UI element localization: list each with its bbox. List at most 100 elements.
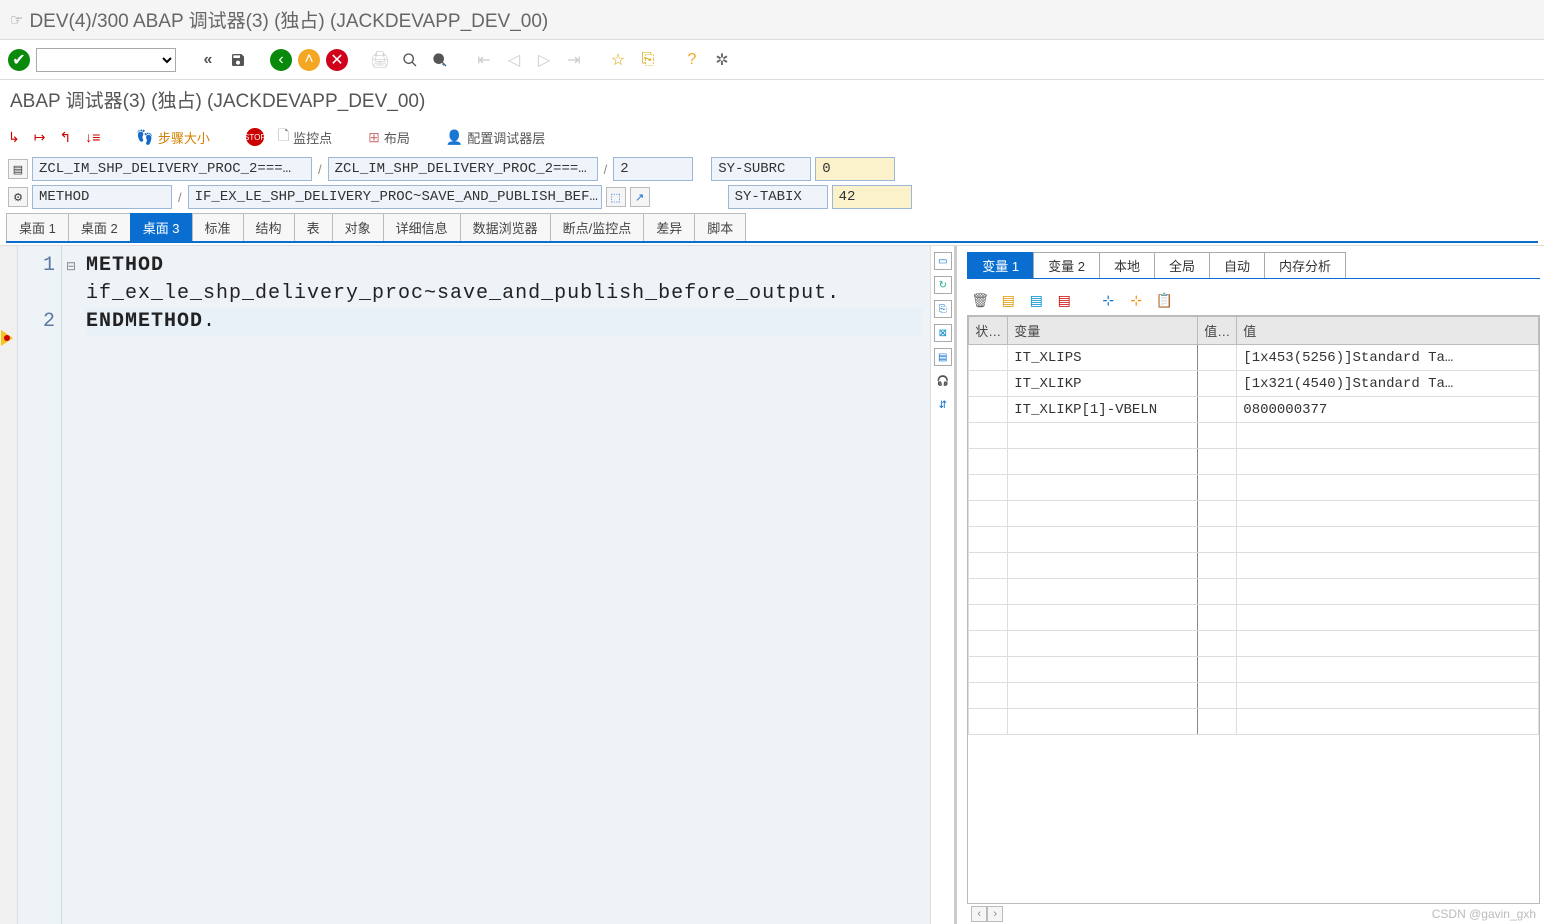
step-size-button[interactable]: 👣步骤大小 xyxy=(136,128,209,147)
table-row[interactable] xyxy=(969,527,1539,553)
table-row[interactable] xyxy=(969,579,1539,605)
config-layers-button[interactable]: 👤配置调试器层 xyxy=(446,128,545,147)
side-icon-2[interactable]: ↻ xyxy=(934,276,952,294)
side-icon-5[interactable]: ▤ xyxy=(934,348,952,366)
col-value[interactable]: 值 xyxy=(1237,317,1539,345)
next-page-icon: ▷ xyxy=(532,48,556,72)
side-icon-7[interactable]: ⇵ xyxy=(934,396,952,414)
tab-3[interactable]: 标准 xyxy=(192,213,244,241)
table-row[interactable] xyxy=(969,475,1539,501)
window-title-bar: ☞ DEV(4)/300 ABAP 调试器(3) (独占) (JACKDEVAP… xyxy=(0,0,1544,40)
var-tab-1[interactable]: 变量 2 xyxy=(1033,252,1100,278)
variable-table[interactable]: 状… 变量 值… 值 IT_XLIPS[1x453(5256)]Standard… xyxy=(967,315,1540,904)
desktop-tabs: 桌面 1桌面 2桌面 3标准结构表对象详细信息数据浏览器断点/监控点差异脚本 xyxy=(6,213,1538,243)
side-icon-1[interactable]: ▭ xyxy=(934,252,952,270)
back-button[interactable]: ‹ xyxy=(270,49,292,71)
table-row[interactable] xyxy=(969,657,1539,683)
col-status[interactable]: 状… xyxy=(969,317,1008,345)
method-label-field[interactable]: METHOD xyxy=(32,185,172,209)
side-icon-3[interactable]: ⎘ xyxy=(934,300,952,318)
var-tab-4[interactable]: 自动 xyxy=(1209,252,1265,278)
table-row[interactable] xyxy=(969,683,1539,709)
class-icon[interactable]: ▤ xyxy=(8,159,28,179)
tab-8[interactable]: 数据浏览器 xyxy=(460,213,551,241)
scroll-left-icon[interactable]: ‹ xyxy=(971,906,987,922)
back-chevrons-icon[interactable]: « xyxy=(196,48,220,72)
tab-11[interactable]: 脚本 xyxy=(694,213,746,241)
delete-var-icon[interactable]: 🗑 xyxy=(971,291,989,309)
table-row[interactable] xyxy=(969,605,1539,631)
tab-1[interactable]: 桌面 2 xyxy=(68,213,131,241)
sy-tabix-label: SY-TABIX xyxy=(728,185,828,209)
step-out-button[interactable]: ↰ xyxy=(59,129,71,146)
find-next-icon[interactable]: + xyxy=(428,48,452,72)
table-row[interactable]: IT_XLIPS[1x453(5256)]Standard Ta… xyxy=(969,345,1539,371)
h-scroll[interactable]: ‹ › xyxy=(971,906,1003,922)
tab-0[interactable]: 桌面 1 xyxy=(6,213,69,241)
col-variable[interactable]: 变量 xyxy=(1008,317,1198,345)
table-row[interactable] xyxy=(969,631,1539,657)
tab-5[interactable]: 表 xyxy=(294,213,333,241)
stop-icon[interactable]: STOP xyxy=(246,128,264,146)
col-value-type[interactable]: 值… xyxy=(1198,317,1237,345)
tab-2[interactable]: 桌面 3 xyxy=(130,213,193,241)
step-into-button[interactable]: ↳ xyxy=(8,129,20,146)
nav-icon-1[interactable]: ⬚ xyxy=(606,187,626,207)
continue-button[interactable]: ↓≡ xyxy=(85,129,100,145)
find-icon[interactable] xyxy=(398,48,422,72)
table-row[interactable] xyxy=(969,553,1539,579)
table-row[interactable] xyxy=(969,423,1539,449)
hierarchy-icon[interactable]: ⊹ xyxy=(1099,291,1117,309)
breakpoint-gutter[interactable] xyxy=(0,246,18,924)
table-row[interactable] xyxy=(969,449,1539,475)
shortcut-icon[interactable]: ⎘ xyxy=(636,48,660,72)
variable-tabs: 变量 1变量 2本地全局自动内存分析 xyxy=(967,252,1540,279)
tab-4[interactable]: 结构 xyxy=(243,213,295,241)
tab-6[interactable]: 对象 xyxy=(332,213,384,241)
var-tab-0[interactable]: 变量 1 xyxy=(967,252,1034,278)
table-row[interactable] xyxy=(969,709,1539,735)
settings-small-icon[interactable]: ⚙ xyxy=(8,187,28,207)
exit-button[interactable]: ˄ xyxy=(298,49,320,71)
method-name-field[interactable]: IF_EX_LE_SHP_DELIVERY_PROC~SAVE_AND_PUBL… xyxy=(188,185,602,209)
context-row-1: ▤ ZCL_IM_SHP_DELIVERY_PROC_2===… / ZCL_I… xyxy=(0,155,1544,183)
scroll-right-icon[interactable]: › xyxy=(987,906,1003,922)
var-icon-3[interactable]: ▤ xyxy=(1027,291,1045,309)
table-row[interactable] xyxy=(969,501,1539,527)
class-field-2[interactable]: ZCL_IM_SHP_DELIVERY_PROC_2===… xyxy=(328,157,598,181)
current-line-marker-icon xyxy=(1,330,17,346)
watchpoint-button[interactable]: 🗋监控点 xyxy=(278,125,332,149)
new-session-icon[interactable]: ☆ xyxy=(606,48,630,72)
fold-minus-icon[interactable]: ⊟ xyxy=(62,252,80,280)
save-icon[interactable] xyxy=(226,48,250,72)
side-icon-4[interactable]: ⊠ xyxy=(934,324,952,342)
table-row[interactable]: IT_XLIKP[1x321(4540)]Standard Ta… xyxy=(969,371,1539,397)
tab-10[interactable]: 差异 xyxy=(643,213,695,241)
nav-icon-2[interactable]: ↗ xyxy=(630,187,650,207)
class-field-1[interactable]: ZCL_IM_SHP_DELIVERY_PROC_2===… xyxy=(32,157,312,181)
var-icon-7[interactable]: 📋 xyxy=(1155,291,1173,309)
sy-subrc-value[interactable]: 0 xyxy=(815,157,895,181)
var-icon-6[interactable]: ⊹ xyxy=(1127,291,1145,309)
var-tab-3[interactable]: 全局 xyxy=(1154,252,1210,278)
var-icon-2[interactable]: ▤ xyxy=(999,291,1017,309)
cancel-button[interactable]: ✕ xyxy=(326,49,348,71)
tab-9[interactable]: 断点/监控点 xyxy=(550,213,645,241)
help-icon[interactable]: ? xyxy=(680,48,704,72)
tab-7[interactable]: 详细信息 xyxy=(383,213,461,241)
command-field[interactable] xyxy=(36,48,176,72)
sy-tabix-value[interactable]: 42 xyxy=(832,185,912,209)
var-tab-2[interactable]: 本地 xyxy=(1099,252,1155,278)
layout-button[interactable]: ⊞布局 xyxy=(368,128,410,147)
source-code[interactable]: METHOD if_ex_le_shp_delivery_proc~save_a… xyxy=(80,246,930,924)
settings-icon[interactable]: ✲ xyxy=(710,48,734,72)
last-page-icon: ⇥ xyxy=(562,48,586,72)
step-over-button[interactable]: ↦ xyxy=(34,129,46,146)
enter-button[interactable]: ✔ xyxy=(8,49,30,71)
table-row[interactable]: IT_XLIKP[1]-VBELN0800000377 xyxy=(969,397,1539,423)
side-icon-6[interactable]: 🎧 xyxy=(934,372,952,390)
line-field[interactable]: 2 xyxy=(613,157,693,181)
fold-column[interactable]: ⊟ xyxy=(62,246,80,924)
var-tab-5[interactable]: 内存分析 xyxy=(1264,252,1346,278)
var-icon-4[interactable]: ▤ xyxy=(1055,291,1073,309)
